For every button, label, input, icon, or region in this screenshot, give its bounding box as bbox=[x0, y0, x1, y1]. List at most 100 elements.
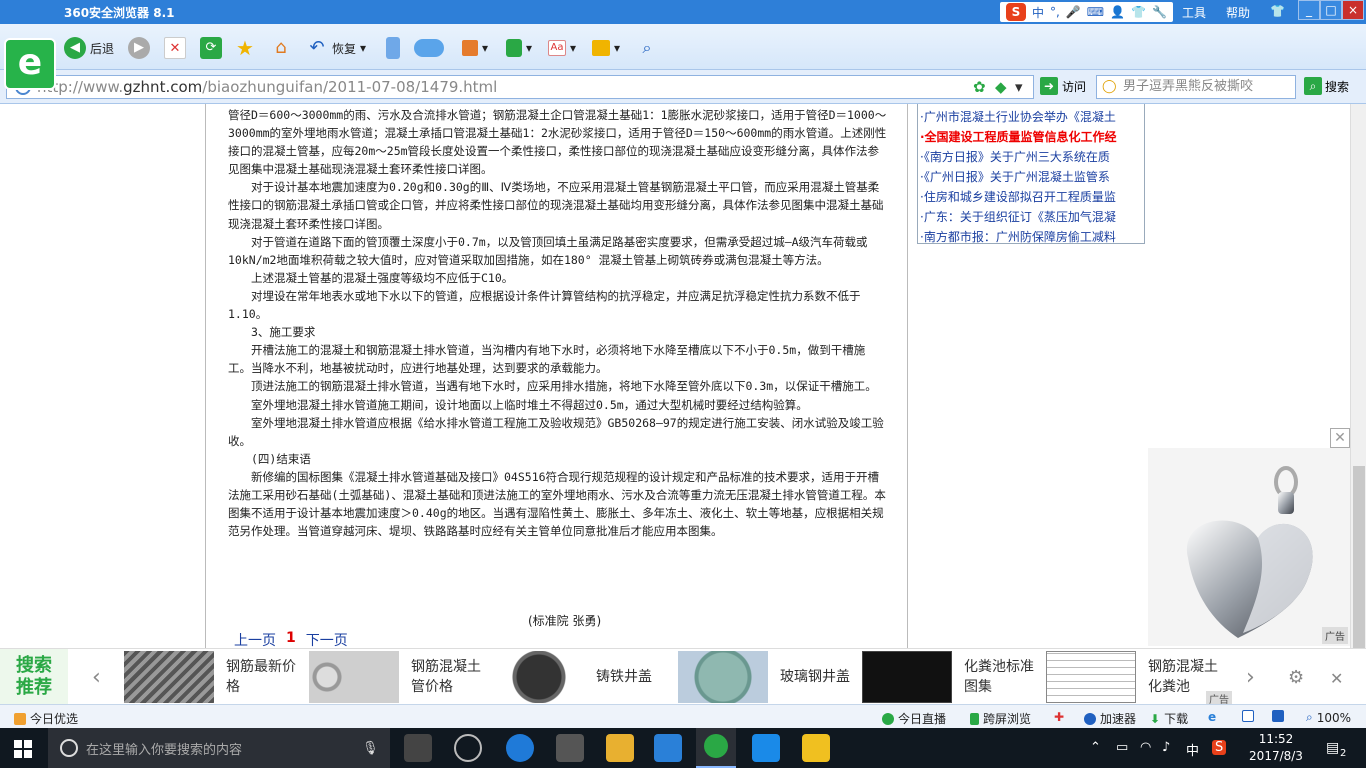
today-picks[interactable]: 今日优选 bbox=[14, 710, 78, 727]
apps-button[interactable]: ▾ bbox=[462, 36, 488, 60]
menu-tools[interactable]: 工具 bbox=[1182, 4, 1206, 21]
health-icon[interactable]: ✚ bbox=[1054, 710, 1064, 724]
chevron-left-icon[interactable]: ‹ bbox=[92, 665, 101, 690]
volume-icon[interactable]: ♪ bbox=[1162, 740, 1170, 755]
window-list-icon[interactable] bbox=[1242, 710, 1254, 722]
screenshot-button[interactable]: ▾ bbox=[592, 36, 620, 60]
news-item[interactable]: ·南方都市报：广州防保障房偷工减料 bbox=[920, 227, 1142, 247]
ad-close-button[interactable]: ✕ bbox=[1330, 428, 1350, 448]
360-taskbar-icon bbox=[704, 734, 728, 758]
sogou-tray-icon[interactable]: S bbox=[1212, 740, 1227, 755]
shield-check-icon[interactable]: ◆ bbox=[995, 76, 1007, 98]
close-button[interactable]: × bbox=[1342, 0, 1364, 20]
news-item[interactable]: ·全国建设工程质量监管信息化工作经 bbox=[920, 127, 1142, 147]
app-plus-icon[interactable] bbox=[752, 734, 780, 762]
translate-button[interactable]: Aa ▾ bbox=[548, 36, 576, 60]
search-engine-icon[interactable]: ◯ bbox=[1102, 76, 1117, 98]
news-item[interactable]: ·广东：关于组织征订《蒸压加气混凝 bbox=[920, 207, 1142, 227]
app-swirl-icon[interactable] bbox=[454, 734, 482, 762]
gear-icon[interactable]: ⚙ bbox=[1288, 667, 1304, 688]
recommend-item[interactable]: 钢筋最新价格 bbox=[124, 649, 300, 705]
wrench-icon[interactable]: 🔧 bbox=[1152, 5, 1167, 19]
security-button[interactable]: ▾ bbox=[506, 36, 532, 60]
home-icon: ⌂ bbox=[275, 37, 287, 58]
punctuation-icon[interactable]: °, bbox=[1050, 5, 1060, 19]
jewelry-ad[interactable]: 广告 bbox=[1148, 448, 1350, 646]
recommend-item[interactable]: 玻璃钢井盖 bbox=[678, 649, 854, 705]
user-icon[interactable]: 👤 bbox=[1110, 5, 1125, 19]
taskbar-search[interactable]: 在这里输入你要搜索的内容 🎙 bbox=[48, 728, 390, 768]
chevron-right-icon[interactable]: › bbox=[1246, 665, 1255, 690]
address-bar: http://www.gzhnt.com/biaozhunguifan/2011… bbox=[0, 70, 1366, 104]
scissors-icon bbox=[592, 40, 610, 56]
refresh-button[interactable]: ⟳ bbox=[200, 36, 222, 60]
close-icon[interactable]: ✕ bbox=[1330, 669, 1343, 688]
recommend-item[interactable]: 钢筋混凝土管价格 bbox=[309, 649, 485, 705]
stop-icon: ✕ bbox=[164, 37, 186, 59]
skin-icon[interactable]: 👕 bbox=[1131, 5, 1146, 19]
keyboard-icon[interactable]: ⌨ bbox=[1087, 5, 1104, 19]
360-logo-icon[interactable]: e bbox=[4, 38, 56, 90]
menu-help[interactable]: 帮助 bbox=[1226, 4, 1250, 21]
store-icon[interactable] bbox=[556, 734, 584, 762]
taskbar-ime[interactable]: 中 bbox=[1186, 740, 1199, 759]
edge-icon[interactable] bbox=[506, 734, 534, 762]
url-input[interactable]: http://www.gzhnt.com/biaozhunguifan/2011… bbox=[6, 75, 1034, 99]
news-item[interactable]: ·《广州日报》关于广州混凝土监管系 bbox=[920, 167, 1142, 187]
file-explorer-icon[interactable] bbox=[606, 734, 634, 762]
news-item[interactable]: ·广州市混凝土行业协会举办《混凝土 bbox=[920, 107, 1142, 127]
forward-button[interactable]: ▶ bbox=[128, 36, 150, 60]
news-item[interactable]: ·《南方日报》关于广州三大系统在质 bbox=[920, 147, 1142, 167]
go-button[interactable]: ➜ 访问 bbox=[1040, 77, 1086, 95]
search-input[interactable]: ◯ 男子逗弄黑熊反被撕咬 bbox=[1096, 75, 1296, 99]
septic-drawing-thumbnail bbox=[862, 651, 952, 703]
ie-mode-icon[interactable]: e bbox=[1208, 710, 1216, 724]
search-button[interactable]: ⌕ 搜索 bbox=[1304, 77, 1349, 95]
skin-shirt-icon[interactable]: 👕 bbox=[1270, 4, 1285, 21]
recommend-item[interactable]: 钢筋混凝土化粪池 bbox=[1046, 649, 1222, 705]
taskbar-clock[interactable]: 11:52 2017/8/3 bbox=[1240, 731, 1312, 765]
title-menu: 工具 帮助 👕 bbox=[1182, 4, 1285, 21]
restore-button[interactable]: ↶ 恢复 ▾ bbox=[306, 36, 366, 60]
recommend-item[interactable]: 铸铁井盖 bbox=[494, 649, 670, 705]
mute-icon[interactable] bbox=[1272, 710, 1284, 722]
windows-start-icon[interactable] bbox=[14, 740, 32, 758]
zoom-level[interactable]: ⌕ 100% bbox=[1306, 710, 1351, 725]
maximize-button[interactable]: □ bbox=[1320, 0, 1342, 20]
live-button[interactable]: 今日直播 bbox=[882, 710, 946, 727]
scrollbar-thumb[interactable] bbox=[1353, 466, 1365, 656]
microphone-icon[interactable]: 🎤 bbox=[1066, 5, 1081, 19]
home-button[interactable]: ⌂ bbox=[270, 36, 292, 60]
zoom-button[interactable]: ⌕ bbox=[636, 36, 658, 60]
sogou-ime-bar[interactable]: S 中 °, 🎤 ⌨ 👤 👕 🔧 bbox=[1000, 2, 1173, 22]
recommend-item[interactable]: 化粪池标准图集 bbox=[862, 649, 1038, 705]
back-button[interactable]: ◀ 后退 bbox=[64, 36, 114, 60]
stop-button[interactable]: ✕ bbox=[164, 36, 186, 60]
accelerator-button[interactable]: 加速器 bbox=[1084, 710, 1136, 727]
task-view-icon[interactable] bbox=[404, 734, 432, 762]
minimize-button[interactable]: _ bbox=[1298, 0, 1320, 20]
prev-page-link[interactable]: 上一页 bbox=[234, 630, 276, 648]
download-button[interactable]: ⬇ 下载 bbox=[1150, 710, 1188, 727]
url-dropdown-icon[interactable]: ▾ bbox=[1015, 76, 1023, 98]
notes-icon[interactable] bbox=[802, 734, 830, 762]
notification-icon[interactable]: ▤ bbox=[1326, 740, 1339, 756]
compat-mode-icon[interactable]: ✿ bbox=[973, 76, 986, 98]
cross-screen-button[interactable]: 跨屏浏览 bbox=[970, 710, 1031, 727]
news-item[interactable]: ·住房和城乡建设部拟召开工程质量监 bbox=[920, 187, 1142, 207]
cloud-button[interactable] bbox=[414, 36, 444, 60]
mobile-button[interactable] bbox=[386, 36, 400, 60]
mic-icon[interactable]: 🎙 bbox=[362, 741, 379, 756]
network-icon[interactable]: ▭ bbox=[1116, 740, 1128, 755]
vertical-scrollbar[interactable] bbox=[1350, 104, 1366, 656]
app-g-icon[interactable] bbox=[654, 734, 682, 762]
ad-label: 广告 bbox=[1322, 627, 1348, 644]
recommend-title-line1: 搜索 bbox=[16, 655, 52, 676]
favorites-button[interactable]: ★ bbox=[234, 36, 256, 60]
ime-mode[interactable]: 中 bbox=[1032, 4, 1044, 21]
tray-chevron-icon[interactable]: ⌃ bbox=[1090, 740, 1101, 755]
360-browser-task[interactable] bbox=[696, 728, 736, 768]
rocket-icon bbox=[1084, 712, 1096, 725]
next-page-link[interactable]: 下一页 bbox=[306, 630, 348, 648]
wifi-icon[interactable]: ◠ bbox=[1140, 740, 1151, 755]
